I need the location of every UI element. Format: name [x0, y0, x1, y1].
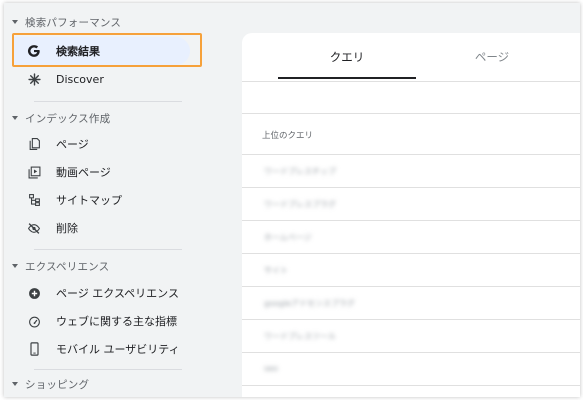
sidebar-item-label: 削除 [56, 222, 78, 235]
dimension-tabs: クエリ ページ [242, 33, 580, 81]
asterisk-icon [26, 71, 42, 87]
query-cell: googleアドセンスプラグ [264, 299, 355, 308]
highlight-annotation [12, 33, 202, 67]
sidebar-item-discover[interactable]: Discover [12, 65, 190, 93]
section-header-indexing[interactable]: インデックス作成 [12, 109, 110, 127]
caret-down-icon [12, 116, 18, 120]
sidebar-item-label: ウェブに関する主な指標 [56, 315, 177, 328]
table-row[interactable]: ワードプレスプラグ [242, 188, 580, 220]
plus-circle-icon [26, 285, 42, 301]
divider [34, 369, 182, 370]
section-header-shopping[interactable]: ショッピング [12, 375, 89, 393]
sidebar-item-mobile-usability[interactable]: モバイル ユーザビリティ [12, 335, 190, 363]
sidebar-item-label: ページ エクスペリエンス [56, 287, 179, 300]
eye-off-icon [26, 220, 42, 236]
sidebar-item-removals[interactable]: 削除 [12, 214, 190, 242]
table-row[interactable]: ホームページ [242, 221, 580, 253]
table-row[interactable]: seo [242, 353, 580, 385]
query-cell: ホームページ [264, 233, 312, 242]
table-row[interactable]: ワードプレスツール [242, 320, 580, 352]
query-cell: ワードプレスチップ [264, 167, 336, 176]
sidebar-item-label: Discover [56, 72, 104, 86]
divider [34, 101, 182, 102]
selected-tab-indicator [278, 77, 416, 79]
divider [34, 249, 182, 250]
table-row[interactable]: ワードプレスチップ [242, 155, 580, 187]
divider [242, 385, 580, 386]
section-header-search-performance[interactable]: 検索パフォーマンス [12, 13, 121, 31]
sidebar-item-label: モバイル ユーザビリティ [56, 343, 180, 356]
phone-icon [26, 341, 42, 357]
section-header-experience[interactable]: エクスペリエンス [12, 257, 109, 275]
divider [242, 81, 580, 82]
search-console-window: 検索パフォーマンス 検索結果 Discover インデックス作成 ページ 動画ペ… [4, 3, 580, 397]
sidebar-item-video-pages[interactable]: 動画ページ [12, 158, 190, 186]
performance-report-card: クエリ ページ 上位のクエリ ワードプレスチップ ワードプレスプラグ ホームペー… [242, 33, 580, 397]
caret-down-icon [12, 264, 18, 268]
divider [242, 113, 580, 114]
table-column-header[interactable]: 上位のクエリ [262, 129, 313, 141]
query-cell: seo [264, 364, 278, 373]
sidebar-item-label: 動画ページ [56, 166, 111, 179]
tab-queries[interactable]: クエリ [278, 33, 416, 81]
sidebar-item-core-web-vitals[interactable]: ウェブに関する主な指標 [12, 307, 190, 335]
sidebar-item-sitemaps[interactable]: サイトマップ [12, 186, 190, 214]
table-row[interactable]: サイト [242, 254, 580, 286]
caret-down-icon [12, 382, 18, 386]
query-cell: ワードプレスプラグ [264, 200, 336, 209]
sidebar-item-pages[interactable]: ページ [12, 130, 190, 158]
sidebar-item-label: サイトマップ [56, 194, 122, 207]
caret-down-icon [12, 20, 18, 24]
sitemap-icon [26, 192, 42, 208]
query-cell: サイト [264, 266, 288, 275]
tab-pages[interactable]: ページ [422, 33, 562, 81]
sidebar: 検索パフォーマンス 検索結果 Discover インデックス作成 ページ 動画ペ… [4, 3, 202, 397]
pages-icon [26, 136, 42, 152]
query-cell: ワードプレスツール [264, 332, 336, 341]
video-page-icon [26, 164, 42, 180]
sidebar-item-label: ページ [56, 138, 89, 151]
table-row[interactable]: googleアドセンスプラグ [242, 287, 580, 319]
gauge-icon [26, 313, 42, 329]
sidebar-item-page-experience[interactable]: ページ エクスペリエンス [12, 279, 190, 307]
